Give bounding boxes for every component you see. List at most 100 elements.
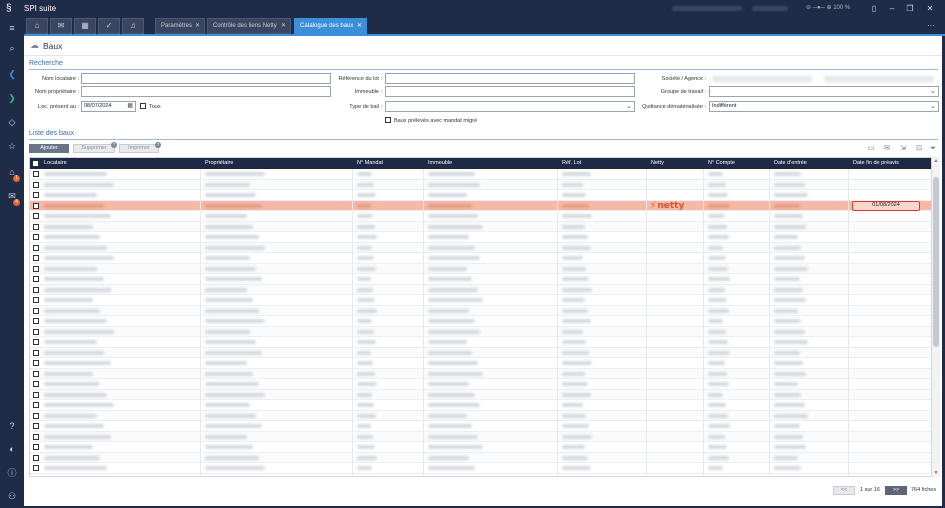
column-header-ref-lot[interactable]: Réf. Lot	[562, 160, 581, 166]
scroll-up-icon[interactable]: ▲	[932, 157, 940, 165]
search-icon[interactable]: ⌕	[4, 41, 20, 55]
date-fin-preavis-cell[interactable]: 01/08/2024	[852, 200, 920, 211]
table-row[interactable]	[30, 179, 931, 190]
baux-preleves-checkbox[interactable]	[385, 117, 391, 123]
row-checkbox[interactable]	[33, 213, 39, 219]
table-row[interactable]	[30, 274, 931, 285]
delete-help-icon[interactable]: ?	[111, 142, 117, 148]
table-row[interactable]	[30, 242, 931, 253]
table-row[interactable]	[30, 452, 931, 463]
document-icon[interactable]: ▯	[868, 3, 880, 14]
row-checkbox[interactable]	[33, 402, 39, 408]
row-checkbox[interactable]	[33, 202, 39, 209]
scroll-down-icon[interactable]: ▼	[932, 469, 940, 477]
star-icon[interactable]: ☆	[4, 139, 20, 153]
delete-button[interactable]: Supprimer	[73, 144, 115, 153]
bell-icon[interactable]: ♫	[122, 18, 144, 34]
menu-icon[interactable]: ≡	[4, 21, 20, 35]
row-checkbox[interactable]	[33, 444, 39, 450]
table-row[interactable]	[30, 211, 931, 222]
row-checkbox[interactable]	[33, 454, 39, 461]
calendar-picker-icon[interactable]: ▦	[127, 102, 133, 111]
row-checkbox[interactable]	[33, 234, 39, 240]
close-tab-icon[interactable]: ✕	[357, 19, 362, 34]
row-checkbox[interactable]	[33, 339, 39, 345]
tab-parametres[interactable]: Paramètres ✕	[155, 18, 205, 34]
row-checkbox[interactable]	[33, 433, 39, 440]
societe-agence-value-blurred[interactable]	[712, 76, 812, 82]
row-checkbox[interactable]	[33, 223, 39, 230]
row-checkbox[interactable]	[33, 370, 39, 377]
filter-icon[interactable]: ⏷	[928, 144, 938, 153]
row-checkbox[interactable]	[33, 297, 39, 303]
table-row[interactable]	[30, 358, 931, 369]
user-icon[interactable]: ⚇	[4, 489, 20, 503]
previous-page-button[interactable]: <<	[833, 486, 855, 495]
nom-proprietaire-input[interactable]	[81, 86, 331, 97]
column-header-locataire[interactable]: Locataire	[44, 160, 67, 166]
next-page-button[interactable]: >>	[885, 486, 907, 495]
groupe-travail-select[interactable]: ⌄	[709, 86, 939, 97]
loc-present-date-input[interactable]: 08/07/2024 ▦	[81, 101, 136, 112]
row-checkbox[interactable]	[33, 244, 39, 251]
column-header-date-fin-preavis[interactable]: Date fin de préavis	[853, 160, 899, 166]
table-row[interactable]	[30, 263, 931, 274]
calendar-icon[interactable]: ▦	[74, 18, 96, 34]
table-row[interactable]	[30, 431, 931, 442]
table-row[interactable]	[30, 410, 931, 421]
column-header-immeuble[interactable]: Immeuble	[428, 160, 452, 166]
table-row[interactable]	[30, 442, 931, 453]
table-row[interactable]	[30, 389, 931, 400]
add-button[interactable]: Ajouter	[29, 144, 69, 153]
row-checkbox[interactable]	[33, 381, 39, 387]
more-tabs-icon[interactable]: ···	[922, 18, 940, 34]
email-icon[interactable]: ✉	[882, 144, 892, 153]
comment-icon[interactable]: ▭	[866, 144, 876, 153]
close-icon[interactable]: ✕	[924, 3, 936, 14]
table-row[interactable]	[30, 347, 931, 358]
tous-checkbox[interactable]	[140, 103, 146, 109]
row-checkbox[interactable]	[33, 255, 39, 261]
print-help-icon[interactable]: ?	[155, 142, 161, 148]
close-tab-icon[interactable]: ✕	[281, 19, 286, 34]
table-row[interactable]	[30, 379, 931, 390]
row-checkbox[interactable]	[33, 276, 39, 282]
table-row[interactable]	[30, 295, 931, 306]
table-row[interactable]	[30, 232, 931, 243]
headset-icon[interactable]: ◐	[4, 442, 20, 456]
restore-icon[interactable]: ❐	[904, 3, 916, 14]
table-row[interactable]	[30, 400, 931, 411]
print-button[interactable]: Imprimer	[119, 144, 159, 153]
row-checkbox[interactable]	[33, 286, 39, 293]
row-checkbox[interactable]	[33, 192, 39, 198]
tab-catalogue-baux[interactable]: Catalogue des baux ✕	[294, 18, 367, 34]
row-checkbox[interactable]	[33, 391, 39, 398]
zoom-control[interactable]: ⊖ ─●─ ⊕ 100 %	[806, 4, 850, 11]
table-row[interactable]	[30, 284, 931, 295]
row-checkbox[interactable]	[33, 465, 39, 471]
info-icon[interactable]: ⓘ	[4, 466, 20, 480]
societe-agence-value2-blurred[interactable]	[824, 76, 934, 82]
nom-locataire-input[interactable]	[81, 73, 331, 84]
column-header-netty[interactable]: Netty	[651, 160, 664, 166]
table-row[interactable]	[30, 421, 931, 432]
tab-controle-liens-netty[interactable]: Contrôle des liens Netty ✕	[207, 18, 291, 34]
minimize-icon[interactable]: –	[886, 3, 898, 14]
column-header-compte[interactable]: N° Compte	[708, 160, 735, 166]
vertical-scrollbar[interactable]: ▲ ▼	[932, 157, 940, 477]
scrollbar-thumb[interactable]	[933, 177, 939, 347]
home-icon[interactable]: ⌂	[26, 18, 48, 34]
row-checkbox[interactable]	[33, 360, 39, 366]
table-row[interactable]	[30, 463, 931, 474]
row-checkbox[interactable]	[33, 171, 39, 177]
table-row[interactable]	[30, 305, 931, 316]
column-header-mandat[interactable]: N° Mandat	[357, 160, 383, 166]
close-tab-icon[interactable]: ✕	[195, 19, 200, 34]
table-row[interactable]	[30, 326, 931, 337]
row-checkbox[interactable]	[33, 328, 39, 335]
table-row[interactable]	[30, 368, 931, 379]
help-icon[interactable]: ?	[4, 419, 20, 433]
table-row[interactable]	[30, 337, 931, 348]
mail-tab-icon[interactable]: ✉	[50, 18, 72, 34]
arrow-right-icon[interactable]: ❯	[4, 91, 20, 105]
